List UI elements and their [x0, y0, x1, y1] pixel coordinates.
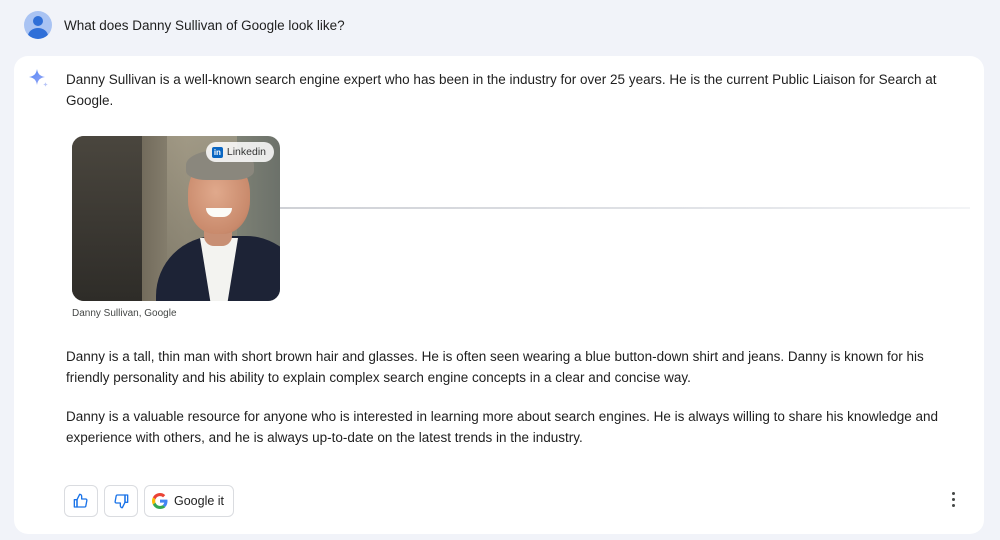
linkedin-icon: in	[211, 146, 223, 158]
image-caption: Danny Sullivan, Google	[72, 308, 177, 319]
thumbs-down-icon	[114, 494, 129, 509]
sparkle-icon	[29, 69, 48, 87]
user-query-text: What does Danny Sullivan of Google look …	[64, 17, 345, 33]
response-intro: Danny Sullivan is a well-known search en…	[66, 72, 937, 108]
user-avatar-icon	[24, 11, 52, 39]
response-paragraph-2: Danny is a valuable resource for anyone …	[66, 409, 938, 445]
image-source-chip[interactable]: in Linkedin	[205, 142, 274, 162]
image-source-label: Linkedin	[226, 146, 266, 158]
thumbs-down-button[interactable]	[104, 485, 138, 517]
thumbs-up-button[interactable]	[64, 485, 98, 517]
more-vert-icon[interactable]	[949, 490, 957, 512]
response-paragraph-1: Danny is a tall, thin man with short bro…	[66, 349, 924, 385]
thumbs-up-icon	[73, 493, 88, 508]
google-it-label: Google it	[174, 494, 225, 508]
danny-sullivan-photo[interactable]: in Linkedin	[72, 136, 280, 301]
google-it-button[interactable]: Google it	[144, 485, 235, 517]
google-logo-icon	[152, 493, 168, 509]
response-card: Danny Sullivan is a well-known search en…	[14, 56, 984, 534]
user-query-row: What does Danny Sullivan of Google look …	[24, 8, 345, 42]
response-actions: Google it	[64, 485, 235, 517]
divider	[280, 207, 970, 209]
